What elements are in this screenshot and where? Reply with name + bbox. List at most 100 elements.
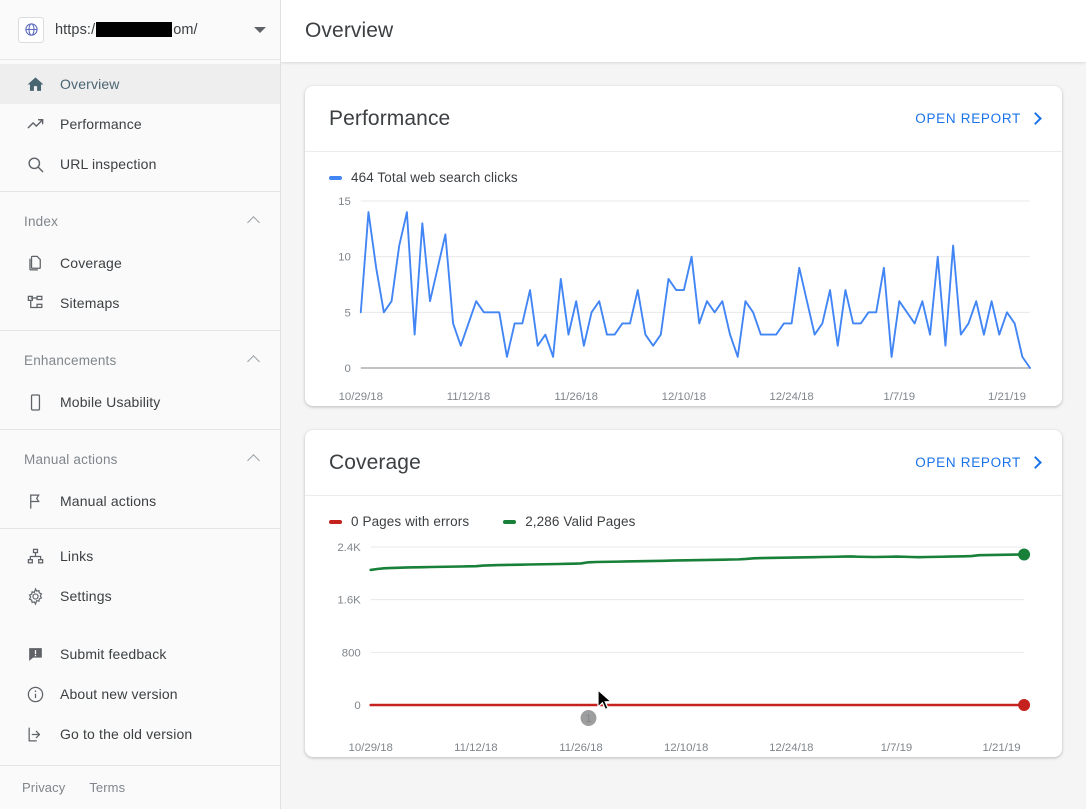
chevron-up-icon[interactable] — [247, 355, 260, 368]
sidebar-item-mobile-usability[interactable]: Mobile Usability — [0, 382, 280, 422]
svg-text:11/26/18: 11/26/18 — [554, 391, 598, 403]
legend-item-errors[interactable]: 0 Pages with errors — [329, 514, 469, 529]
performance-chart[interactable]: 0 5 10 15 10/29/18 11/12/18 11/26/18 12/10/18 12… — [305, 185, 1062, 406]
terms-link[interactable]: Terms — [89, 780, 125, 795]
open-report-label: OPEN REPORT — [915, 455, 1021, 470]
coverage-chart[interactable]: 0 800 1.6K 2.4K 1 10/29/18 11/12/18 11/26/18 12/… — [305, 529, 1062, 757]
card-title: Performance — [329, 106, 451, 130]
mobile-phone-icon — [24, 391, 46, 413]
url-suffix: om/ — [173, 21, 198, 38]
svg-text:0: 0 — [354, 700, 360, 712]
coverage-legend: 0 Pages with errors 2,286 Valid Pages — [305, 496, 1062, 529]
sidebar-item-label: Performance — [60, 116, 142, 132]
chevron-right-icon — [1029, 456, 1042, 469]
info-icon — [24, 683, 46, 705]
pages-icon — [24, 252, 46, 274]
sidebar-item-label: Overview — [60, 76, 120, 92]
page-title: Overview — [305, 19, 394, 42]
sidebar-item-coverage[interactable]: Coverage — [0, 243, 280, 283]
sidebar-item-url-inspection[interactable]: URL inspection — [0, 144, 280, 184]
sidebar-nav: Overview Performance URL inspection Inde… — [0, 60, 280, 765]
sidebar-item-label: Go to the old version — [60, 726, 193, 742]
trending-up-icon — [24, 113, 46, 135]
sidebar-item-label: Settings — [60, 588, 112, 604]
sidebar-item-label: Sitemaps — [60, 295, 120, 311]
content-area: Performance OPEN REPORT 464 Total web se… — [281, 62, 1086, 809]
performance-card-header: Performance OPEN REPORT — [305, 86, 1062, 152]
chevron-up-icon[interactable] — [247, 454, 260, 467]
home-icon — [24, 73, 46, 95]
links-hierarchy-icon — [24, 545, 46, 567]
svg-text:12/10/18: 12/10/18 — [662, 391, 706, 403]
top-bar: Overview — [281, 0, 1086, 62]
section-title: Index — [24, 213, 59, 229]
sidebar-section-index[interactable]: Index — [0, 199, 280, 243]
svg-text:12/24/18: 12/24/18 — [769, 391, 813, 403]
sidebar-item-links[interactable]: Links — [0, 536, 280, 576]
sidebar-item-label: Mobile Usability — [60, 394, 161, 410]
feedback-icon — [24, 643, 46, 665]
divider — [0, 191, 280, 192]
sidebar-item-submit-feedback[interactable]: Submit feedback — [0, 634, 280, 674]
divider — [0, 528, 280, 529]
divider — [0, 429, 280, 430]
privacy-link[interactable]: Privacy — [22, 780, 65, 795]
legend-color-swatch — [329, 175, 342, 180]
svg-text:1.6K: 1.6K — [337, 595, 361, 607]
section-title: Manual actions — [24, 451, 118, 467]
sidebar-item-about-new-version[interactable]: About new version — [0, 674, 280, 714]
sidebar-item-performance[interactable]: Performance — [0, 104, 280, 144]
svg-text:10/29/18: 10/29/18 — [339, 391, 383, 403]
svg-text:15: 15 — [338, 196, 351, 208]
divider — [0, 330, 280, 331]
svg-text:2.4K: 2.4K — [337, 542, 361, 554]
performance-open-report-button[interactable]: OPEN REPORT — [915, 111, 1042, 126]
open-report-label: OPEN REPORT — [915, 111, 1021, 126]
sidebar-item-settings[interactable]: Settings — [0, 576, 280, 616]
performance-chart-svg: 0 5 10 15 10/29/18 11/12/18 11/26/18 12/10/18 12… — [338, 196, 1031, 403]
chevron-right-icon — [1029, 112, 1042, 125]
svg-text:12/24/18: 12/24/18 — [769, 742, 813, 754]
sidebar-item-label: Submit feedback — [60, 646, 167, 662]
sidebar-item-label: Manual actions — [60, 493, 157, 509]
svg-text:800: 800 — [342, 647, 361, 659]
svg-text:1/7/19: 1/7/19 — [883, 391, 915, 403]
search-icon — [24, 153, 46, 175]
chevron-down-icon[interactable] — [254, 26, 266, 33]
coverage-card-header: Coverage OPEN REPORT — [305, 430, 1062, 496]
gear-icon — [24, 585, 46, 607]
sidebar-item-overview[interactable]: Overview — [0, 64, 280, 104]
sidebar: https:/om/ Overview Performance URL insp… — [0, 0, 281, 809]
performance-legend: 464 Total web search clicks — [305, 152, 1062, 185]
coverage-card: Coverage OPEN REPORT 0 Pages with errors… — [305, 430, 1062, 757]
main-area: Overview Performance OPEN REPORT 464 Tot… — [281, 0, 1086, 809]
legend-label: 0 Pages with errors — [351, 514, 470, 529]
section-title: Enhancements — [24, 352, 117, 368]
globe-icon — [18, 16, 44, 43]
svg-text:11/12/18: 11/12/18 — [447, 391, 491, 403]
sidebar-item-label: About new version — [60, 686, 178, 702]
sidebar-item-go-to-old-version[interactable]: Go to the old version — [0, 714, 280, 754]
url-prefix: https:/ — [55, 21, 96, 38]
card-title: Coverage — [329, 450, 421, 474]
property-selector[interactable]: https:/ om/ — [0, 0, 280, 60]
svg-text:11/12/18: 11/12/18 — [454, 742, 498, 754]
svg-text:11/26/18: 11/26/18 — [559, 742, 603, 754]
sidebar-item-label: Links — [60, 548, 94, 564]
sidebar-section-manual-actions[interactable]: Manual actions — [0, 437, 280, 481]
legend-color-swatch — [503, 519, 517, 524]
svg-text:1/7/19: 1/7/19 — [881, 742, 913, 754]
sidebar-section-enhancements[interactable]: Enhancements — [0, 338, 280, 382]
coverage-open-report-button[interactable]: OPEN REPORT — [915, 455, 1042, 470]
sidebar-item-sitemaps[interactable]: Sitemaps — [0, 283, 280, 323]
exit-arrow-icon — [24, 723, 46, 745]
sitemap-tree-icon — [24, 292, 46, 314]
legend-item-clicks[interactable]: 464 Total web search clicks — [329, 170, 518, 185]
flag-icon — [24, 490, 46, 512]
svg-text:1/21/19: 1/21/19 — [988, 391, 1026, 403]
chevron-up-icon[interactable] — [247, 216, 260, 229]
property-url: https:/ om/ — [55, 22, 248, 38]
sidebar-item-manual-actions[interactable]: Manual actions — [0, 481, 280, 521]
legend-item-valid[interactable]: 2,286 Valid Pages — [503, 514, 635, 529]
performance-card: Performance OPEN REPORT 464 Total web se… — [305, 86, 1062, 406]
